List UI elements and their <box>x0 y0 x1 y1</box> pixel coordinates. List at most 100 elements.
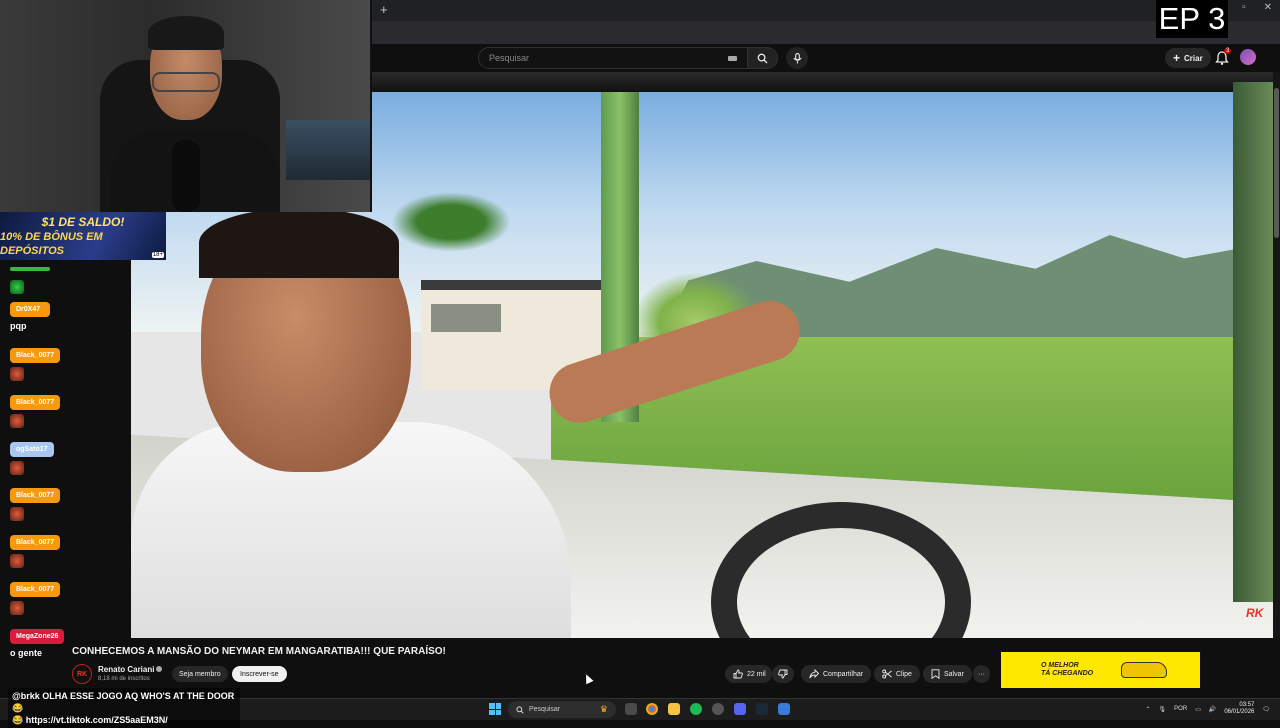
taskbar-search[interactable]: Pesquisar ♛ <box>508 701 616 718</box>
account-avatar[interactable] <box>1240 49 1256 65</box>
ad-banner[interactable]: O MELHOR TÁ CHEGANDO <box>1001 652 1200 688</box>
chat-message: Black_0077 <box>10 484 61 521</box>
chat-emote-icon <box>10 414 24 428</box>
scissors-icon <box>882 669 892 679</box>
chat-message: ogSato17 <box>10 438 54 475</box>
channel-avatar[interactable]: RK <box>72 664 92 684</box>
channel-name[interactable]: Renato Cariani <box>98 665 163 674</box>
close-button[interactable]: ✕ <box>1264 2 1272 13</box>
share-button[interactable]: Compartilhar <box>801 665 872 683</box>
save-button[interactable]: Salvar <box>923 665 972 683</box>
chat-message: MegaZone26 o gente <box>10 625 65 658</box>
video-title: CONHECEMOS A MANSÃO DO NEYMAR EM MANGARA… <box>72 646 446 657</box>
system-tray: ⌃ 🎙 POR ▭ 🔊 03:57 06/01/2026 🗨 <box>1146 702 1270 716</box>
file-explorer-icon[interactable] <box>668 703 680 715</box>
volume-icon[interactable]: 🔊 <box>1209 706 1216 713</box>
ad-text-line2: TÁ CHEGANDO <box>1041 670 1094 677</box>
chat-text: pqp <box>10 321 27 331</box>
chat-text: o gente <box>10 648 43 658</box>
episode-label: EP 3 <box>1156 0 1228 38</box>
video-palm-tree <box>391 192 511 252</box>
mouse-cursor <box>582 672 594 685</box>
search-button[interactable] <box>748 47 778 69</box>
youtube-header: Pesquisar + Criar 3 <box>372 44 1280 72</box>
windows-start-icon[interactable] <box>489 703 501 715</box>
clock-time: 03:57 <box>1239 702 1255 708</box>
create-label: Criar <box>1184 53 1203 63</box>
webcam-overlay <box>0 0 372 212</box>
discord-icon[interactable] <box>734 703 746 715</box>
like-count: 22 mil <box>747 670 766 678</box>
task-view-icon[interactable] <box>625 703 637 715</box>
promo-line2: 10% DE BÔNUS EM DEPÓSITOS <box>0 230 103 257</box>
chat-message-partial <box>10 258 50 294</box>
channel-name-text[interactable]: Renato Cariani <box>98 665 154 674</box>
chat-username: Black_0077 <box>10 535 61 550</box>
network-icon[interactable]: ▭ <box>1195 706 1201 713</box>
thumbs-down-icon <box>778 669 788 679</box>
obs-icon[interactable] <box>712 703 724 715</box>
chat-emote-icon <box>10 461 24 475</box>
chat-overlay: Dr0X47 pqp Black_0077 Black_0077 ogSato1… <box>0 258 130 698</box>
voice-search-button[interactable] <box>786 47 808 69</box>
language-indicator[interactable]: POR <box>1174 706 1187 712</box>
chrome-icon[interactable] <box>646 703 658 715</box>
bookmark-icon <box>931 669 940 679</box>
dislike-button[interactable] <box>772 665 794 683</box>
restore-button[interactable]: ▫ <box>1242 2 1246 13</box>
new-tab-button[interactable]: + <box>380 2 388 17</box>
subscriber-count: 8,18 mi de inscritos <box>98 676 150 682</box>
subscribe-button[interactable]: Inscrever-se <box>232 666 287 682</box>
keyboard-icon[interactable] <box>728 55 737 61</box>
clip-button[interactable]: Clipe <box>874 665 920 683</box>
clip-label: Clipe <box>896 670 912 678</box>
microphone-icon[interactable]: 🎙 <box>1159 706 1167 713</box>
clock-date: 06/01/2026 <box>1224 709 1255 715</box>
notification-icon[interactable]: 🗨 <box>1262 706 1270 713</box>
scrollbar-thumb[interactable] <box>1274 88 1279 238</box>
thumbs-up-icon <box>733 669 743 679</box>
share-icon <box>809 669 819 679</box>
create-button[interactable]: + Criar <box>1165 48 1211 68</box>
chat-emote-icon <box>10 367 24 381</box>
chat-username: ogSato17 <box>10 442 54 457</box>
ad-car-image <box>1121 662 1167 678</box>
chat-message: Black_0077 <box>10 344 61 381</box>
chat-username: Black_0077 <box>10 488 61 503</box>
browser-tab-bar: + – ▫ ✕ <box>372 0 1280 22</box>
crown-icon: ♛ <box>599 704 608 714</box>
spotify-icon[interactable] <box>690 703 702 715</box>
search-input[interactable]: Pesquisar <box>478 47 748 69</box>
save-label: Salvar <box>944 670 964 678</box>
chat-message: Dr0X47 pqp <box>10 298 50 331</box>
like-button[interactable]: 22 mil <box>725 665 772 683</box>
chat-message-line: @brkk OLHA ESSE JOGO AQ WHO'S AT THE DOO… <box>12 691 235 713</box>
chevron-up-icon[interactable]: ⌃ <box>1146 706 1151 713</box>
chat-message: Black_0077 <box>10 391 61 428</box>
verified-icon <box>156 666 163 672</box>
browser-address-strip <box>372 22 1280 44</box>
chat-username: Black_0077 <box>10 395 61 410</box>
chat-username: Dr0X47 <box>10 302 50 317</box>
promo-line1: $1 DE SALDO! <box>41 214 125 229</box>
chat-message: Black_0077 <box>10 578 61 615</box>
age-rating-badge: 18+ <box>151 252 164 258</box>
search-icon <box>516 705 524 714</box>
chat-latest-message: @brkk OLHA ESSE JOGO AQ WHO'S AT THE DOO… <box>8 688 240 728</box>
app-icon[interactable] <box>778 703 790 715</box>
webcam-microphone <box>172 140 200 212</box>
taskbar-search-label: Pesquisar <box>529 706 561 713</box>
webcam-glasses <box>152 72 220 92</box>
clock[interactable]: 03:57 06/01/2026 <box>1224 702 1254 716</box>
chat-username-badge <box>10 267 50 271</box>
chat-emote-icon <box>10 280 24 294</box>
join-button[interactable]: Seja membro <box>172 666 228 682</box>
steam-icon[interactable] <box>756 703 768 715</box>
video-cart-roof <box>372 72 1273 92</box>
video-cart-frame <box>1233 82 1273 602</box>
search-icon <box>757 53 768 64</box>
microphone-icon <box>792 52 802 63</box>
search-placeholder: Pesquisar <box>489 53 530 63</box>
more-actions-button[interactable]: ··· <box>973 665 990 683</box>
chat-message-link[interactable]: 😂 https://vt.tiktok.com/ZS5aaEM3N/ <box>12 714 236 726</box>
